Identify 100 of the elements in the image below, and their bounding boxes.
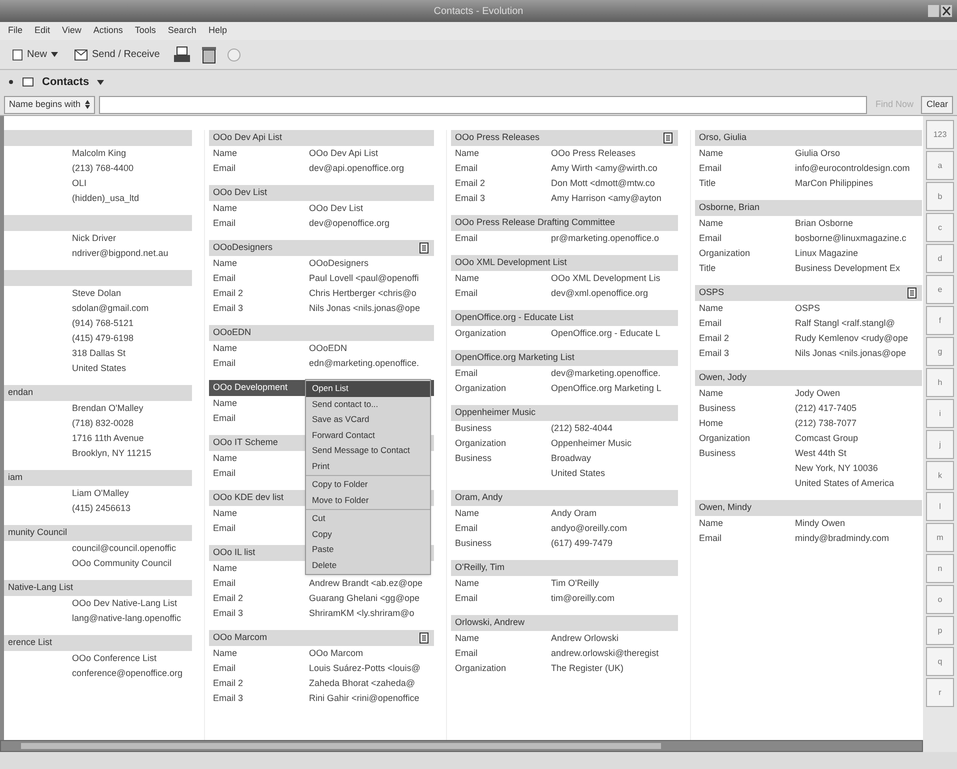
field-value: andyo@oreilly.com [551,522,627,535]
card-title: OOo Press Releases [455,131,540,144]
field-label: Email [213,358,236,368]
field-value: mindy@bradmindy.com [795,532,889,545]
field-label: Email 3 [213,302,244,313]
card-title: Orso, Giulia [699,131,747,144]
field-value: Amy Wirth <amy@wirth.co [551,162,658,175]
field-label: Email [213,412,236,423]
field-value: Business Development Ex [795,262,900,275]
field-value: (212) 417-7405 [795,402,857,415]
field-value: Don Mott <dmott@mtw.co [551,176,655,190]
card-title: Owen, Jody [699,371,747,384]
field-value: Brendan O'Malley [72,402,144,415]
field-value: Comcast Group [795,432,858,445]
card-title: OOo IT Scheme [213,436,278,450]
field-value: dev@marketing.openoffice. [551,366,661,380]
field-value: Guarang Ghelani <gg@ope [309,592,420,605]
field-value: tim@oreilly.com [551,592,614,605]
field-value: United States of America [795,476,894,490]
field-label: Email 2 [213,592,244,603]
field-label: Email [699,162,722,173]
field-value: OpenOffice.org Marketing L [551,382,662,395]
field-value: Nils Jonas <nils.jonas@ope [309,302,420,315]
field-value: conference@openoffice.org [72,666,183,680]
field-value: Liam O'Malley [72,486,129,500]
section-title: Contacts [42,74,90,90]
field-label: Email [455,232,478,243]
field-value: Mindy Owen [795,516,846,530]
field-label: Name [213,148,238,158]
field-label: Name [213,398,238,408]
field-value: Jody Owen [795,386,840,400]
field-value: lang@native-lang.openoffic [72,612,182,625]
card-title: OOo KDE dev list [213,491,284,504]
field-label: Email [455,648,478,658]
field-label: Organization [455,438,506,448]
field-value: Nils Jonas <nils.jonas@ope [795,346,906,360]
field-label: Name [455,272,480,283]
field-label: Name [455,508,480,518]
field-value: Rudy Kemlenov <rudy@ope [795,332,908,345]
field-label: Business [699,448,736,458]
card-title: Oram, Andy [455,491,503,504]
field-label: Title [699,178,716,188]
card-title: OOo Dev Api List [213,131,282,144]
card-title: OSPS [699,286,724,300]
field-value: ShriramKM <ly.shriram@o [309,606,414,620]
field-label: Name [213,648,238,658]
field-label: Email 3 [213,608,244,618]
field-label: Email [213,468,236,478]
field-value: Ralf Stangl <ralf.stangl@ [795,316,895,330]
field-value: OOoEDN [309,342,348,355]
card-title: OpenOffice.org Marketing List [455,351,574,364]
field-value: New York, NY 10036 [795,462,878,475]
field-value: dev@openoffice.org [309,216,390,230]
field-label: Name [213,562,238,573]
field-label: Name [699,302,724,313]
window-title: Contacts - Evolution [434,4,524,18]
field-label: Email [455,522,478,533]
field-label: Name [213,508,238,518]
field-value: Linux Magazine [795,246,858,260]
field-label: Email [699,232,722,243]
field-label: Email 3 [455,192,486,203]
field-label: Home [699,418,724,428]
field-value: Oppenheimer Music [551,436,632,450]
field-label: Title [699,262,716,273]
field-value: dev@api.openoffice.org [309,162,404,175]
field-label: Email [213,162,236,173]
card-title: iam [8,471,23,484]
field-value: (hidden)_usa_ltd [72,192,140,205]
field-label: Email [455,592,478,603]
field-value: pr@marketing.openoffice.o [551,232,660,245]
field-label: Name [455,632,480,643]
card-title: OpenOffice.org - Educate List [455,311,574,324]
field-value: Broadway [551,452,592,465]
field-value: OOo XML Development Lis [551,272,660,285]
field-value: OpenOffice.org - Educate L [551,326,660,340]
field-value: (617) 499-7479 [551,536,613,550]
field-value: 1716 11th Avenue [72,432,144,445]
field-label: Organization [455,328,506,338]
field-value: OOo Dev Api List [309,146,378,160]
field-value: West 44th St [795,446,846,460]
field-value: Brian Osborne [795,216,854,230]
field-value: sdolan@gmail.com [72,302,149,315]
field-value: Brooklyn, NY 11215 [72,446,152,460]
field-value: Nick Driver [72,232,116,245]
card-title: OOo Press Release Drafting Committee [455,216,616,230]
card-title: OOo XML Development List [455,256,567,270]
card-title: munity Council [8,526,68,540]
field-label: Email [213,662,236,673]
field-label: Email [213,522,236,533]
field-value: OOo Community Council [72,556,172,570]
field-value: OOo Conference List [72,652,157,665]
field-label: Email [213,578,236,588]
field-value: MarCon Philippines [795,176,874,190]
card-title: OOo Dev List [213,186,268,200]
field-value: ndriver@bigpond.net.au [72,246,168,260]
field-label: Business [455,422,492,433]
field-label: Business [455,452,492,463]
field-label: Name [699,518,724,528]
field-label: Email 2 [213,678,244,688]
field-value: (718) 832-0028 [72,416,134,430]
